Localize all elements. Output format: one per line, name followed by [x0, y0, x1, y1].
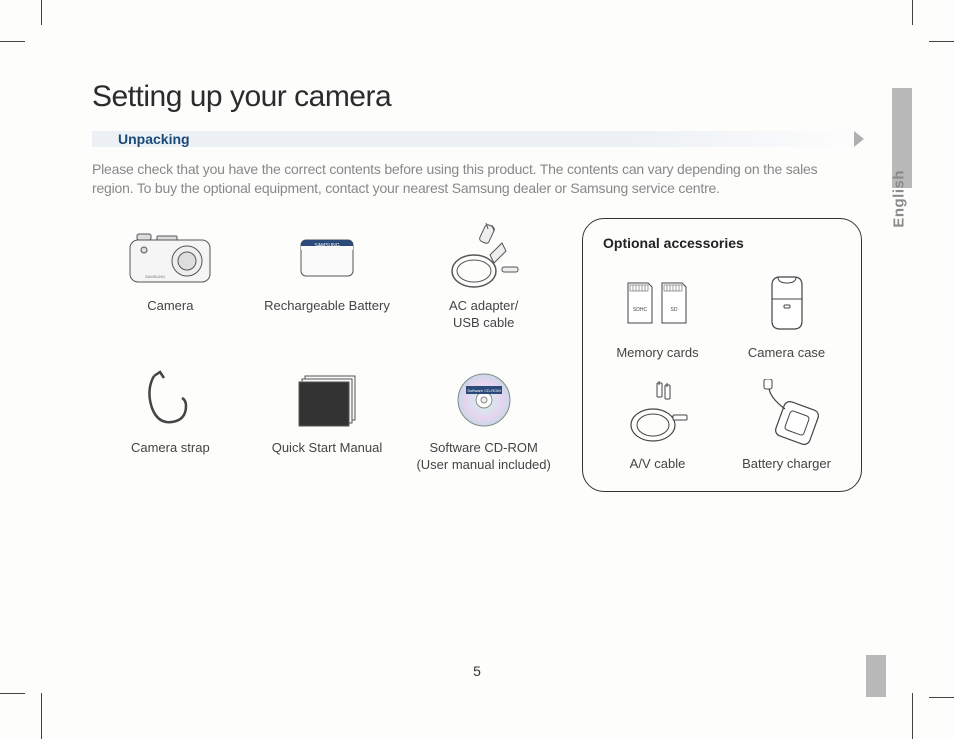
page-number: 5: [473, 663, 481, 679]
item-label: Software CD-ROM (User manual included): [405, 440, 562, 474]
item-ac-adapter: AC adapter/ USB cable: [405, 218, 562, 350]
item-label: Camera strap: [92, 440, 249, 474]
av-cable-icon: [623, 379, 693, 449]
bottom-tab-bg: [866, 655, 886, 697]
item-camera: SAMSUNG Camera: [92, 218, 249, 350]
item-label: A/V cable: [597, 452, 718, 473]
svg-text:Software CD-ROM: Software CD-ROM: [467, 388, 500, 393]
item-label: Memory cards: [597, 341, 718, 362]
svg-text:SDHC: SDHC: [632, 307, 647, 313]
page-title: Setting up your camera: [92, 80, 862, 114]
item-manual: Quick Start Manual: [249, 360, 406, 492]
manual-icon: [291, 372, 363, 428]
item-cdrom: Software CD-ROM Software CD-ROM (User ma…: [405, 360, 562, 492]
item-label: Camera: [92, 298, 249, 332]
svg-text:SAMSUNG: SAMSUNG: [145, 274, 165, 279]
section-heading: Unpacking: [92, 128, 862, 150]
language-tab-label: English: [891, 170, 908, 228]
camera-icon: SAMSUNG: [127, 230, 213, 286]
ac-adapter-icon: [444, 223, 524, 293]
optional-title: Optional accessories: [597, 235, 847, 251]
item-label: Camera case: [726, 341, 847, 362]
section-heading-bar: Unpacking: [92, 128, 862, 150]
opt-av-cable: A/V cable: [597, 376, 718, 473]
item-strap: Camera strap: [92, 360, 249, 492]
svg-text:SD: SD: [670, 307, 677, 313]
memory-cards-icon: SDHC SD: [618, 275, 698, 331]
svg-text:SAMSUNG: SAMSUNG: [314, 243, 339, 249]
intro-text: Please check that you have the correct c…: [92, 160, 862, 198]
camera-case-icon: [762, 271, 812, 335]
opt-battery-charger: Battery charger: [726, 376, 847, 473]
cdrom-icon: Software CD-ROM: [454, 370, 514, 430]
opt-camera-case: Camera case: [726, 265, 847, 362]
item-label: Battery charger: [726, 452, 847, 473]
battery-icon: SAMSUNG: [295, 234, 359, 282]
strap-icon: [142, 370, 198, 430]
item-battery: SAMSUNG Rechargeable Battery: [249, 218, 406, 350]
battery-charger-icon: [749, 379, 825, 449]
opt-memory-cards: SDHC SD Memory cards: [597, 265, 718, 362]
included-items-grid: SAMSUNG Camera SAMSUNG Rechargeable Batt…: [92, 218, 562, 492]
optional-accessories-box: Optional accessories SDHC: [582, 218, 862, 492]
item-label: Quick Start Manual: [249, 440, 406, 474]
item-label: Rechargeable Battery: [249, 298, 406, 332]
item-label: AC adapter/ USB cable: [405, 298, 562, 332]
